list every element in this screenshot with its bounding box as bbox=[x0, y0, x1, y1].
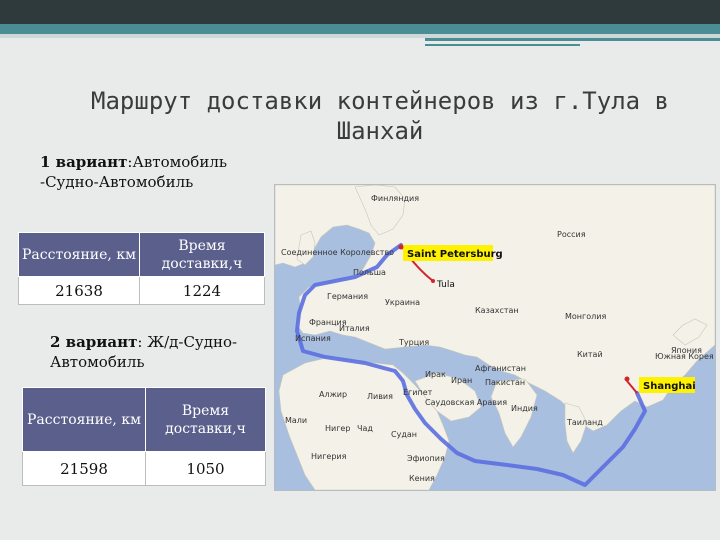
country-label-uk: Соединенное Королевство bbox=[281, 248, 394, 257]
country-label-kazakhstan: Казахстан bbox=[475, 306, 519, 315]
table-cell-time: 1224 bbox=[139, 276, 265, 305]
table-cell-time: 1050 bbox=[145, 451, 266, 486]
table-header-distance: Расстояние, км bbox=[22, 387, 146, 452]
country-label-egypt: Египет bbox=[403, 388, 433, 397]
country-label-finland: Финляндия bbox=[371, 194, 419, 203]
table-header-time: Время доставки,ч bbox=[145, 387, 266, 452]
table-header-distance: Расстояние, км bbox=[18, 232, 140, 277]
country-label-turkey: Турция bbox=[398, 338, 429, 347]
country-label-russia: Россия bbox=[557, 230, 586, 239]
country-label-ukraine: Украина bbox=[385, 298, 420, 307]
slide-title: Маршрут доставки контейнеров из г.Тула в… bbox=[91, 87, 669, 145]
country-label-afghanistan: Афганистан bbox=[475, 364, 526, 373]
variant1-label: 1 вариант:Автомобиль -Судно-Автомобиль bbox=[40, 152, 260, 192]
country-label-iran: Иран bbox=[451, 376, 472, 385]
variant1-label-bold: 1 вариант bbox=[40, 153, 128, 171]
country-label-algeria: Алжир bbox=[319, 390, 347, 399]
country-label-pakistan: Пакистан bbox=[485, 378, 525, 387]
table-header-time: Время доставки,ч bbox=[139, 232, 265, 277]
variant2-label-bold: 2 вариант bbox=[50, 333, 138, 351]
country-label-niger: Нигер bbox=[325, 424, 350, 433]
land-india bbox=[490, 378, 538, 448]
decorative-line bbox=[425, 44, 580, 46]
country-label-mali: Мали bbox=[285, 416, 307, 425]
country-label-mongolia: Монголия bbox=[565, 312, 606, 321]
country-label-japan: Япония bbox=[671, 346, 702, 355]
country-label-sudan: Судан bbox=[391, 430, 417, 439]
country-label-poland: Польша bbox=[353, 268, 386, 277]
route-map: Saint Petersburg Tula Shanghai Финляндия… bbox=[274, 184, 716, 491]
decorative-line bbox=[425, 38, 720, 41]
country-label-india: Индия bbox=[511, 404, 538, 413]
country-label-nigeria: Нигерия bbox=[311, 452, 347, 461]
header-band bbox=[0, 0, 720, 24]
table-cell-distance: 21598 bbox=[22, 451, 146, 486]
table-cell-distance: 21638 bbox=[18, 276, 140, 305]
country-label-thailand: Таиланд bbox=[566, 418, 603, 427]
route-map-svg: Saint Petersburg Tula Shanghai Финляндия… bbox=[275, 185, 715, 490]
country-label-spain: Испания bbox=[295, 334, 331, 343]
tula-callout: Tula bbox=[436, 280, 455, 290]
country-label-china: Китай bbox=[577, 350, 603, 359]
country-label-germany: Германия bbox=[327, 292, 368, 301]
country-label-saudi-arabia: Саудовская Аравия bbox=[425, 398, 507, 407]
country-label-ethiopia: Эфиопия bbox=[407, 454, 445, 463]
tula-marker bbox=[431, 279, 435, 283]
variant2-table: Расстояние, км Время доставки,ч 21598 10… bbox=[22, 387, 266, 486]
country-label-italy: Италия bbox=[339, 324, 370, 333]
variant2-label: 2 вариант: Ж/д-Судно-Автомобиль bbox=[50, 332, 250, 372]
country-label-libya: Ливия bbox=[367, 392, 393, 401]
saint-petersburg-marker bbox=[398, 244, 404, 250]
saint-petersburg-callout: Saint Petersburg bbox=[407, 249, 503, 260]
country-label-iraq: Ирак bbox=[425, 370, 446, 379]
shanghai-marker bbox=[624, 376, 630, 382]
header-accent-band bbox=[0, 24, 720, 34]
country-label-chad: Чад bbox=[357, 424, 373, 433]
variant1-table: Расстояние, км Время доставки,ч 21638 12… bbox=[18, 232, 265, 305]
shanghai-callout: Shanghai bbox=[643, 381, 696, 392]
country-label-kenya: Кения bbox=[409, 474, 435, 483]
